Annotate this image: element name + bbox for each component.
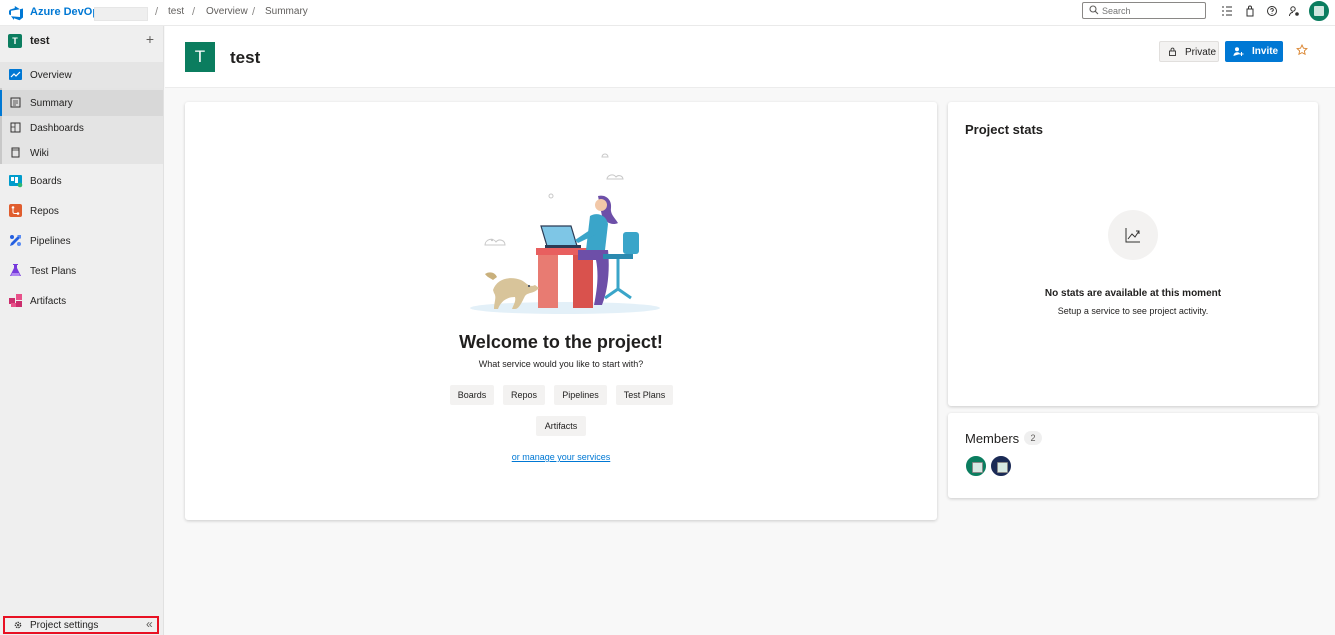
sidebar-item-overview[interactable]: Overview bbox=[0, 62, 163, 88]
member-avatar[interactable] bbox=[991, 456, 1011, 476]
invite-label: Invite bbox=[1252, 46, 1279, 57]
breadcrumb-separator: / bbox=[192, 6, 196, 18]
breadcrumb-overview[interactable]: Overview bbox=[206, 6, 248, 17]
welcome-subtitle: What service would you like to start wit… bbox=[478, 359, 644, 369]
user-avatar[interactable] bbox=[1309, 1, 1329, 21]
top-bar: Azure DevOps / test / Overview / Summary bbox=[0, 0, 1335, 26]
boards-icon bbox=[9, 175, 23, 188]
breadcrumb-summary[interactable]: Summary bbox=[265, 6, 308, 17]
task-list-icon[interactable] bbox=[1221, 5, 1233, 17]
sidebar-item-label: Artifacts bbox=[30, 296, 67, 307]
repos-icon bbox=[9, 204, 22, 217]
sidebar-item-label: Wiki bbox=[30, 148, 49, 159]
wiki-icon bbox=[11, 147, 20, 158]
sidebar-item-label: Overview bbox=[30, 70, 72, 81]
member-avatar[interactable] bbox=[966, 456, 986, 476]
members-title: Members bbox=[965, 431, 1020, 446]
manage-services-link[interactable]: or manage your services bbox=[185, 452, 937, 462]
lock-icon bbox=[1169, 47, 1176, 56]
stats-empty-hint: Setup a service to see project activity. bbox=[1057, 306, 1209, 316]
invite-button[interactable]: Invite bbox=[1225, 41, 1283, 62]
private-button[interactable]: Private bbox=[1159, 41, 1219, 62]
stats-placeholder bbox=[1108, 210, 1158, 260]
sidebar-item-pipelines[interactable]: Pipelines bbox=[0, 228, 163, 254]
search-icon bbox=[1089, 5, 1099, 15]
sidebar-item-label: Dashboards bbox=[30, 123, 84, 134]
sidebar-item-repos[interactable]: Repos bbox=[0, 198, 163, 224]
page-header: T test Private Invite bbox=[165, 26, 1335, 88]
pipelines-icon bbox=[10, 235, 21, 246]
sidebar-item-label: Repos bbox=[30, 206, 59, 217]
sidebar-item-label: Test Plans bbox=[30, 266, 77, 277]
add-new-button[interactable]: + bbox=[144, 32, 156, 46]
sidebar-item-artifacts[interactable]: Artifacts bbox=[0, 288, 163, 314]
project-stats-title: Project stats bbox=[965, 122, 1044, 137]
sidebar-item-summary[interactable]: Summary bbox=[0, 90, 163, 116]
summary-icon bbox=[10, 97, 21, 108]
help-icon[interactable] bbox=[1266, 5, 1278, 17]
welcome-title: Welcome to the project! bbox=[459, 332, 663, 352]
project-avatar: T bbox=[185, 42, 215, 72]
welcome-card: Welcome to the project! What service wou… bbox=[185, 102, 937, 520]
service-boards-button[interactable]: Boards bbox=[450, 385, 494, 405]
service-test-plans-button[interactable]: Test Plans bbox=[616, 385, 673, 405]
sidebar-item-boards[interactable]: Boards bbox=[0, 168, 163, 194]
search-input[interactable] bbox=[1102, 4, 1200, 17]
add-people-icon bbox=[1233, 47, 1244, 56]
sidebar-item-label: Summary bbox=[30, 98, 73, 109]
sidebar-item-label: Boards bbox=[30, 176, 62, 187]
gear-icon bbox=[14, 621, 22, 629]
sidebar-item-test-plans[interactable]: Test Plans bbox=[0, 258, 163, 284]
stats-empty-title: No stats are available at this moment bbox=[1044, 288, 1222, 299]
sidebar-item-label: Pipelines bbox=[30, 236, 71, 247]
azure-devops-logo-icon[interactable] bbox=[8, 5, 24, 21]
test-plans-icon bbox=[10, 264, 21, 276]
breadcrumb-separator: / bbox=[155, 6, 159, 18]
search-box[interactable] bbox=[1082, 2, 1206, 19]
organization-name[interactable] bbox=[94, 7, 148, 21]
marketplace-bag-icon[interactable] bbox=[1244, 5, 1256, 17]
welcome-illustration bbox=[470, 153, 660, 314]
members-card: Members 2 bbox=[948, 413, 1318, 498]
breadcrumb-project[interactable]: test bbox=[168, 6, 184, 17]
project-header[interactable]: T test + bbox=[0, 26, 163, 60]
overview-icon bbox=[9, 69, 22, 80]
service-artifacts-button[interactable]: Artifacts bbox=[536, 416, 586, 436]
page-title: test bbox=[230, 48, 261, 67]
artifacts-icon bbox=[9, 294, 22, 307]
service-pipelines-button[interactable]: Pipelines bbox=[554, 385, 607, 405]
project-tile: T bbox=[8, 34, 22, 48]
sidebar-item-wiki[interactable]: Wiki bbox=[0, 140, 163, 166]
collapse-sidebar-button[interactable]: « bbox=[146, 617, 153, 631]
breadcrumb-separator: / bbox=[252, 6, 256, 18]
user-settings-icon[interactable] bbox=[1288, 5, 1300, 17]
sidebar-item-dashboards[interactable]: Dashboards bbox=[0, 115, 163, 141]
private-label: Private bbox=[1185, 47, 1217, 58]
service-repos-button[interactable]: Repos bbox=[503, 385, 545, 405]
dashboards-icon bbox=[10, 122, 21, 133]
project-name: test bbox=[30, 35, 50, 47]
favorite-star-icon[interactable] bbox=[1296, 44, 1308, 56]
project-stats-card: Project stats No stats are available at … bbox=[948, 102, 1318, 406]
members-count-badge: 2 bbox=[1024, 431, 1042, 445]
chart-trend-icon bbox=[1125, 228, 1140, 243]
sidebar: T test + Overview Summary Dashboards Wik… bbox=[0, 26, 164, 635]
project-settings-label: Project settings bbox=[30, 620, 99, 631]
project-settings-button[interactable]: Project settings « bbox=[3, 616, 159, 634]
